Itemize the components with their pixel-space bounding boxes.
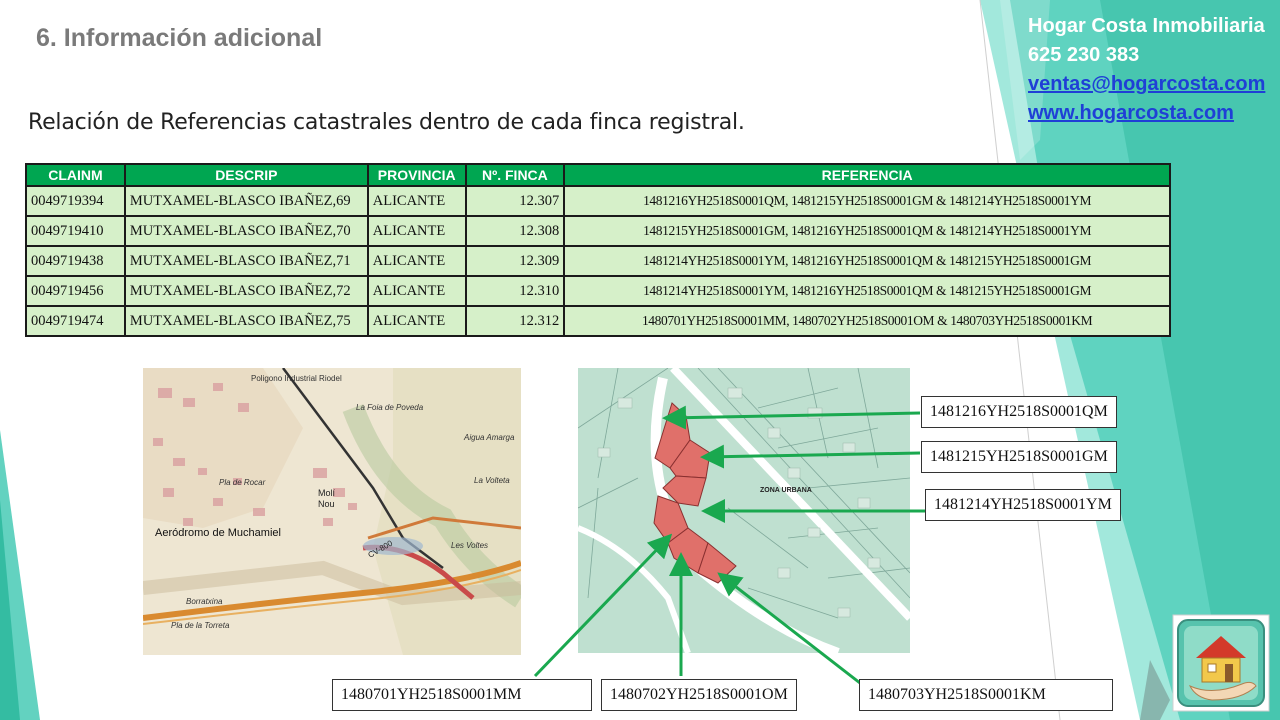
cell-finca: 12.310 <box>464 275 566 307</box>
topographic-map: Poligono Industrial Riodel La Foia de Po… <box>143 368 521 655</box>
cell-provincia: ALICANTE <box>366 245 467 277</box>
cell-descrip: MUTXAMEL-BLASCO IBAÑEZ,72 <box>123 275 369 307</box>
cell-provincia: ALICANTE <box>366 305 467 337</box>
company-info: Hogar Costa Inmobiliaria 625 230 383 ven… <box>1028 12 1265 128</box>
cell-provincia: ALICANTE <box>366 215 467 247</box>
table-row: 0049719456 MUTXAMEL-BLASCO IBAÑEZ,72 ALI… <box>25 275 1171 307</box>
cadastral-references-table: CLAINM DESCRIP PROVINCIA Nº. FINCA REFER… <box>25 163 1171 337</box>
table-row: 0049719410 MUTXAMEL-BLASCO IBAÑEZ,70 ALI… <box>25 215 1171 247</box>
table-row: 0049719394 MUTXAMEL-BLASCO IBAÑEZ,69 ALI… <box>25 185 1171 217</box>
cell-referencia: 1481215YH2518S0001GM, 1481216YH2518S0001… <box>563 215 1171 247</box>
header-clainm: CLAINM <box>25 163 126 187</box>
cell-referencia: 1480701YH2518S0001MM, 1480702YH2518S0001… <box>563 305 1171 337</box>
cell-clainm: 0049719410 <box>25 215 126 247</box>
cell-clainm: 0049719394 <box>25 185 126 217</box>
svg-text:Molí: Molí <box>318 488 336 498</box>
cell-finca: 12.309 <box>464 245 566 277</box>
svg-text:Aeródromo de Muchamiel: Aeródromo de Muchamiel <box>155 527 281 539</box>
svg-text:Aigua Amarga: Aigua Amarga <box>463 433 515 442</box>
cell-clainm: 0049719474 <box>25 305 126 337</box>
cell-provincia: ALICANTE <box>366 275 467 307</box>
callout-label-bottom-1: 1480701YH2518S0001MM <box>332 679 592 711</box>
cell-descrip: MUTXAMEL-BLASCO IBAÑEZ,71 <box>123 245 369 277</box>
callout-label-bottom-2: 1480702YH2518S0001OM <box>601 679 797 711</box>
svg-text:La Foia de Poveda: La Foia de Poveda <box>356 403 424 412</box>
callout-label-bottom-3: 1480703YH2518S0001KM <box>859 679 1113 711</box>
cell-descrip: MUTXAMEL-BLASCO IBAÑEZ,75 <box>123 305 369 337</box>
slide-title: 6. Información adicional <box>36 24 323 52</box>
cell-referencia: 1481216YH2518S0001QM, 1481215YH2518S0001… <box>563 185 1171 217</box>
svg-text:Pla de la Torreta: Pla de la Torreta <box>171 621 230 630</box>
slide-subtitle: Relación de Referencias catastrales dent… <box>28 110 745 135</box>
cell-referencia: 1481214YH2518S0001YM, 1481216YH2518S0001… <box>563 245 1171 277</box>
header-finca: Nº. FINCA <box>464 163 566 187</box>
svg-text:ZONA URBANA: ZONA URBANA <box>760 487 812 494</box>
svg-text:Pla de Rocar: Pla de Rocar <box>219 478 266 487</box>
callout-label-top-2: 1481215YH2518S0001GM <box>921 441 1117 473</box>
company-name: Hogar Costa Inmobiliaria <box>1028 15 1265 37</box>
company-website-link[interactable]: www.hogarcosta.com <box>1028 99 1265 128</box>
cadastral-map: ZONA URBANA <box>578 368 910 653</box>
cell-finca: 12.308 <box>464 215 566 247</box>
cell-referencia: 1481214YH2518S0001YM, 1481216YH2518S0001… <box>563 275 1171 307</box>
table-row: 0049719474 MUTXAMEL-BLASCO IBAÑEZ,75 ALI… <box>25 305 1171 337</box>
cell-clainm: 0049719438 <box>25 245 126 277</box>
company-email-link[interactable]: ventas@hogarcosta.com <box>1028 70 1265 99</box>
cell-descrip: MUTXAMEL-BLASCO IBAÑEZ,70 <box>123 215 369 247</box>
cell-descrip: MUTXAMEL-BLASCO IBAÑEZ,69 <box>123 185 369 217</box>
cell-provincia: ALICANTE <box>366 185 467 217</box>
table-header-row: CLAINM DESCRIP PROVINCIA Nº. FINCA REFER… <box>25 163 1171 187</box>
svg-text:Poligono Industrial Riodel: Poligono Industrial Riodel <box>251 374 342 383</box>
header-referencia: REFERENCIA <box>563 163 1171 187</box>
svg-text:Nou: Nou <box>318 499 335 509</box>
callout-label-top-3: 1481214YH2518S0001YM <box>925 489 1121 521</box>
cell-finca: 12.307 <box>464 185 566 217</box>
svg-text:La Volteta: La Volteta <box>474 476 510 485</box>
callout-label-top-1: 1481216YH2518S0001QM <box>921 396 1117 428</box>
header-descrip: DESCRIP <box>123 163 369 187</box>
company-phone: 625 230 383 <box>1028 44 1140 66</box>
house-hand-logo-icon <box>1172 614 1270 712</box>
table-row: 0049719438 MUTXAMEL-BLASCO IBAÑEZ,71 ALI… <box>25 245 1171 277</box>
svg-text:Les Voltes: Les Voltes <box>451 541 488 550</box>
cell-clainm: 0049719456 <box>25 275 126 307</box>
cell-finca: 12.312 <box>464 305 566 337</box>
svg-text:Borratxina: Borratxina <box>186 597 223 606</box>
header-provincia: PROVINCIA <box>366 163 467 187</box>
